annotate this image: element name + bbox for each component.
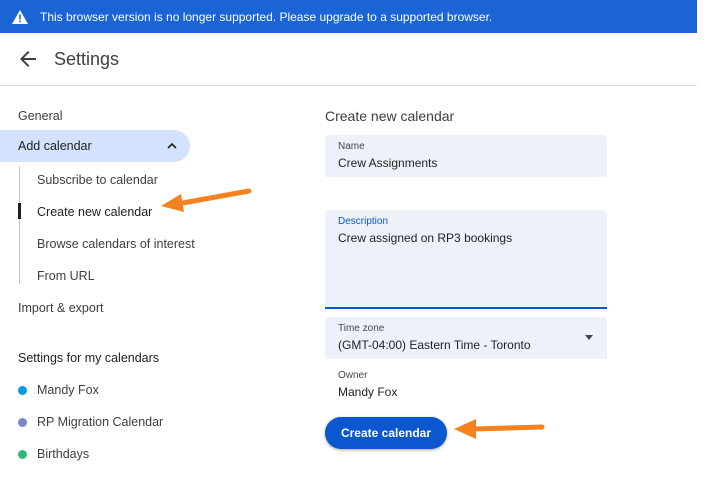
sidebar-item-create-new-calendar[interactable]: Create new calendar xyxy=(37,204,152,220)
owner-label: Owner xyxy=(338,370,368,381)
chevron-up-icon xyxy=(167,142,177,149)
active-indicator xyxy=(18,203,21,219)
timezone-label: Time zone xyxy=(338,323,385,334)
calendar-name: RP Migration Calendar xyxy=(37,415,164,429)
settings-header: Settings xyxy=(0,33,697,86)
sidebar-calendar-rp-migration[interactable]: RP Migration Calendar xyxy=(18,415,163,429)
calendar-color-dot xyxy=(18,385,27,395)
calendar-color-dot xyxy=(18,449,27,459)
unsupported-browser-banner: This browser version is no longer suppor… xyxy=(0,0,697,33)
name-field[interactable]: Name Crew Assignments xyxy=(325,135,607,177)
timezone-select[interactable]: Time zone (GMT-04:00) Eastern Time - Tor… xyxy=(325,317,607,359)
owner-value: Mandy Fox xyxy=(338,385,398,399)
sidebar-calendar-mandy-fox[interactable]: Mandy Fox xyxy=(18,383,99,397)
sidebar-item-label: Add calendar xyxy=(18,139,92,153)
calendar-name: Birthdays xyxy=(37,447,90,461)
sidebar-item-from-url[interactable]: From URL xyxy=(37,268,95,284)
my-calendars-heading: Settings for my calendars xyxy=(18,351,160,365)
description-field[interactable]: Description Crew assigned on RP3 booking… xyxy=(325,210,607,309)
sidebar-calendar-birthdays[interactable]: Birthdays xyxy=(18,447,89,461)
name-label: Name xyxy=(338,141,365,152)
sidebar-item-general[interactable]: General xyxy=(18,108,62,124)
name-value: Crew Assignments xyxy=(338,156,438,170)
sidebar-item-add-calendar[interactable]: Add calendar xyxy=(0,130,190,162)
banner-text: This browser version is no longer suppor… xyxy=(40,9,493,24)
page-title: Settings xyxy=(54,48,120,69)
form-title: Create new calendar xyxy=(325,108,455,124)
create-calendar-button[interactable]: Create calendar xyxy=(325,417,447,449)
description-label: Description xyxy=(338,216,389,227)
sidebar-item-subscribe[interactable]: Subscribe to calendar xyxy=(37,172,158,188)
annotation-arrow-icon xyxy=(454,419,545,439)
calendar-color-dot xyxy=(18,417,27,427)
annotation-arrow-icon xyxy=(161,188,252,212)
owner-info: Owner Mandy Fox xyxy=(338,370,397,399)
description-value: Crew assigned on RP3 bookings xyxy=(338,231,513,245)
calendar-name: Mandy Fox xyxy=(37,383,99,397)
sidebar-item-browse[interactable]: Browse calendars of interest xyxy=(37,236,195,252)
warning-icon xyxy=(12,9,28,24)
timezone-value: (GMT-04:00) Eastern Time - Toronto xyxy=(338,338,531,352)
arrow-back-icon[interactable] xyxy=(16,47,40,71)
sidebar-item-import-export[interactable]: Import & export xyxy=(18,300,103,316)
submenu-divider xyxy=(19,166,20,284)
dropdown-caret-icon xyxy=(585,335,593,340)
